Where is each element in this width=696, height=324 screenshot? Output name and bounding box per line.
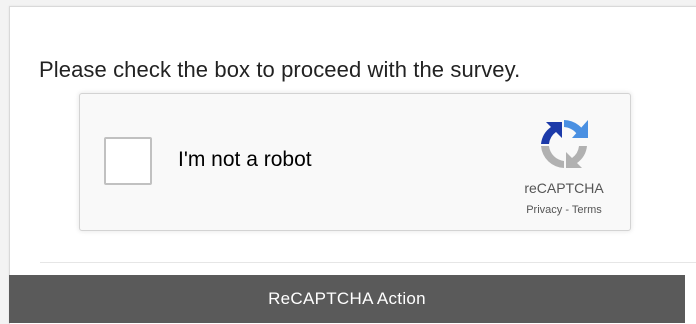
recaptcha-links: Privacy - Terms (508, 204, 620, 216)
not-a-robot-checkbox[interactable] (104, 137, 152, 185)
instruction-text: Please check the box to proceed with the… (39, 57, 521, 82)
recaptcha-brand-name: reCAPTCHA (524, 180, 604, 196)
recaptcha-logo-icon (541, 120, 588, 168)
terms-link[interactable]: Terms (572, 204, 602, 216)
privacy-link[interactable]: Privacy (526, 204, 562, 216)
divider (40, 262, 696, 263)
link-separator: - (562, 204, 572, 216)
recaptcha-widget: I'm not a robot reCAPTCHA Privacy - Term… (79, 93, 631, 231)
recaptcha-action-button[interactable]: ReCAPTCHA Action (9, 275, 685, 323)
not-a-robot-label: I'm not a robot (178, 148, 312, 171)
recaptcha-brand: reCAPTCHA Privacy - Terms (508, 112, 620, 216)
